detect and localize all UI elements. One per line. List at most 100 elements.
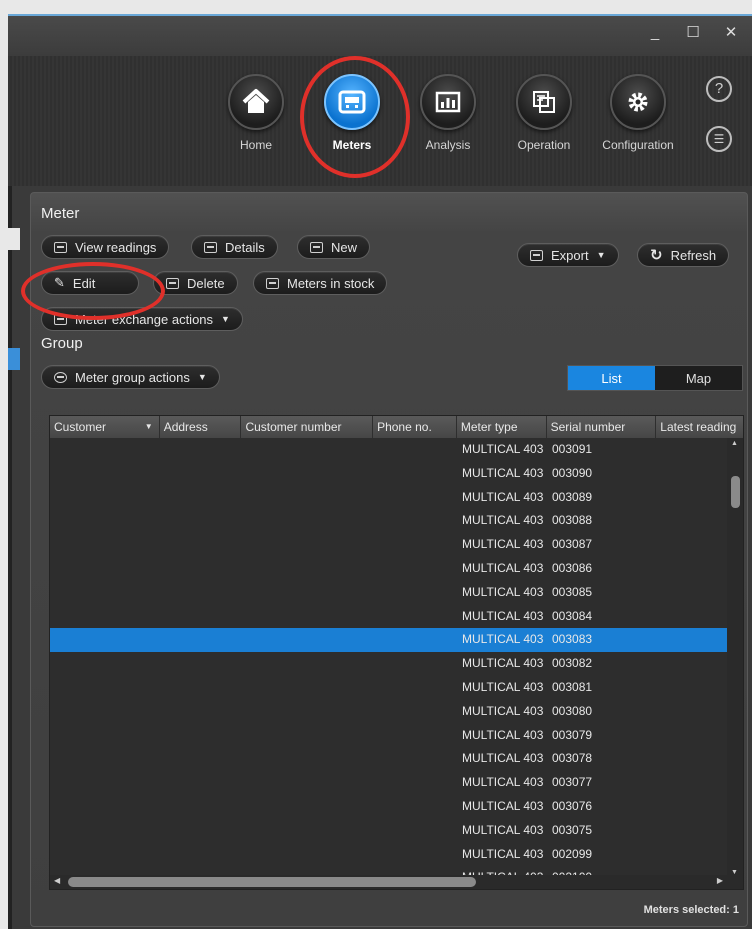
view-readings-icon — [54, 241, 67, 253]
customer-number-cell — [242, 486, 374, 510]
meter-group-actions-button[interactable]: Meter group actions ▼ — [41, 365, 220, 389]
customer-cell — [50, 843, 160, 867]
column-header-phone[interactable]: Phone no. — [373, 416, 457, 438]
scroll-up-icon[interactable]: ▲ — [731, 440, 738, 447]
help-icon[interactable]: ? — [706, 76, 732, 102]
meter-group-actions-label: Meter group actions — [75, 369, 190, 385]
table-row[interactable]: MULTICAL 403 003079 — [50, 724, 727, 748]
serial-number-cell: 003082 — [552, 656, 593, 671]
phone-cell — [374, 605, 458, 629]
phone-cell — [374, 795, 458, 819]
serial-number-cell: 003091 — [552, 442, 593, 456]
latest-reading-cell — [658, 509, 727, 533]
view-readings-button[interactable]: View readings — [41, 235, 170, 259]
table-row[interactable]: MULTICAL 403 003091 — [50, 438, 727, 462]
new-button[interactable]: New — [297, 235, 371, 259]
table-row[interactable]: MULTICAL 403 003078 — [50, 747, 727, 771]
vertical-scrollbar[interactable]: ▲ ▼ — [727, 438, 743, 878]
address-cell — [160, 533, 242, 557]
refresh-button[interactable]: ↻ Refresh — [637, 243, 730, 267]
address-cell — [160, 676, 242, 700]
table-row[interactable]: MULTICAL 403 003089 — [50, 486, 727, 510]
ribbon-configuration-label: Configuration — [602, 138, 674, 152]
serial-number-cell: 003085 — [552, 584, 593, 599]
horizontal-scrollbar[interactable]: ◀ ▶ — [50, 875, 743, 889]
ribbon-home-label: Home — [239, 138, 272, 152]
table-row[interactable]: MULTICAL 403 003075 — [50, 819, 727, 843]
phone-cell — [374, 747, 458, 771]
customer-number-cell — [242, 771, 374, 795]
ribbon-operation[interactable]: Operation — [504, 74, 584, 152]
table-row[interactable]: MULTICAL 403 003083 — [50, 628, 727, 653]
meters-in-stock-icon — [266, 277, 279, 289]
address-cell — [160, 509, 242, 533]
serial-number-cell: 003083 — [552, 632, 593, 647]
ribbon-home[interactable]: Home — [216, 74, 296, 152]
group-section-title: Group — [41, 335, 83, 352]
column-header-customer[interactable]: Customer ▼ — [50, 416, 160, 438]
serial-number-cell: 003075 — [552, 822, 593, 837]
table-row[interactable]: MULTICAL 403 003081 — [50, 676, 727, 700]
maximize-button[interactable]: ☐ — [682, 22, 704, 44]
table-row[interactable]: MULTICAL 403 003085 — [50, 581, 727, 605]
vertical-scroll-thumb[interactable] — [731, 476, 740, 508]
address-cell — [160, 843, 242, 867]
column-header-meter-type[interactable]: Meter type — [457, 416, 547, 438]
latest-reading-cell — [658, 700, 727, 724]
side-tab-active[interactable] — [8, 348, 20, 370]
customer-number-cell — [242, 509, 374, 533]
meters-grid: Customer ▼ Address Customer number Phone … — [49, 415, 744, 890]
customer-number-cell — [242, 605, 374, 629]
table-row[interactable]: MULTICAL 403 002099 — [50, 843, 727, 867]
scroll-right-icon[interactable]: ▶ — [717, 876, 723, 885]
customer-number-cell — [242, 438, 374, 462]
table-row[interactable]: MULTICAL 403 003088 — [50, 509, 727, 533]
table-row[interactable]: MULTICAL 403 003076 — [50, 795, 727, 819]
column-header-serial-number[interactable]: Serial number — [547, 416, 657, 438]
serial-number-cell: 003080 — [552, 703, 593, 718]
delete-button[interactable]: Delete — [153, 271, 238, 295]
map-view-tab[interactable]: Map — [655, 366, 742, 390]
table-row[interactable]: MULTICAL 403 003087 — [50, 533, 727, 557]
address-cell — [160, 605, 242, 629]
info-icon[interactable]: ☰ — [706, 126, 732, 152]
ribbon-configuration[interactable]: Configuration — [598, 74, 678, 152]
meter-section-title: Meter — [41, 205, 80, 222]
table-row[interactable]: MULTICAL 403 003077 — [50, 771, 727, 795]
meter-type-cell: MULTICAL 403 — [462, 679, 544, 694]
table-row[interactable]: MULTICAL 403 003082 — [50, 652, 727, 676]
view-readings-label: View readings — [75, 239, 157, 255]
customer-number-cell — [242, 628, 374, 652]
export-button[interactable]: Export ▼ — [517, 243, 619, 267]
details-button[interactable]: Details — [191, 235, 278, 259]
customer-number-cell — [242, 700, 374, 724]
phone-cell — [374, 700, 458, 724]
column-header-customer-number[interactable]: Customer number — [241, 416, 374, 438]
sort-down-icon: ▼ — [144, 422, 153, 431]
side-tab[interactable] — [8, 228, 20, 250]
delete-label: Delete — [187, 275, 225, 291]
table-row[interactable]: MULTICAL 403 003090 — [50, 462, 727, 486]
meter-type-cell: MULTICAL 403 — [462, 751, 544, 766]
table-row[interactable]: MULTICAL 403 003080 — [50, 700, 727, 724]
serial-number-cell: 002099 — [552, 846, 593, 861]
app-window: _ ☐ ✕ Home Meters Analysis Operation Con… — [8, 14, 752, 929]
phone-cell — [374, 676, 458, 700]
column-header-address[interactable]: Address — [160, 416, 242, 438]
close-button[interactable]: ✕ — [720, 22, 742, 44]
ribbon-analysis[interactable]: Analysis — [408, 74, 488, 152]
scroll-left-icon[interactable]: ◀ — [54, 876, 60, 885]
highlight-ring-edit — [21, 262, 165, 320]
minimize-button[interactable]: _ — [644, 22, 666, 44]
latest-reading-cell — [658, 628, 727, 652]
column-header-latest-reading[interactable]: Latest reading — [656, 416, 743, 438]
table-row[interactable]: MULTICAL 403 003084 — [50, 605, 727, 629]
chevron-down-icon: ▼ — [197, 372, 207, 382]
customer-number-cell — [242, 533, 374, 557]
meters-in-stock-button[interactable]: Meters in stock — [253, 271, 388, 295]
horizontal-scroll-thumb[interactable] — [68, 877, 476, 887]
customer-cell — [50, 605, 160, 629]
grid-body: MULTICAL 403 003091 MULTICAL 403 003090 MULT… — [50, 438, 727, 889]
table-row[interactable]: MULTICAL 403 003086 — [50, 557, 727, 581]
list-view-tab[interactable]: List — [568, 366, 655, 390]
